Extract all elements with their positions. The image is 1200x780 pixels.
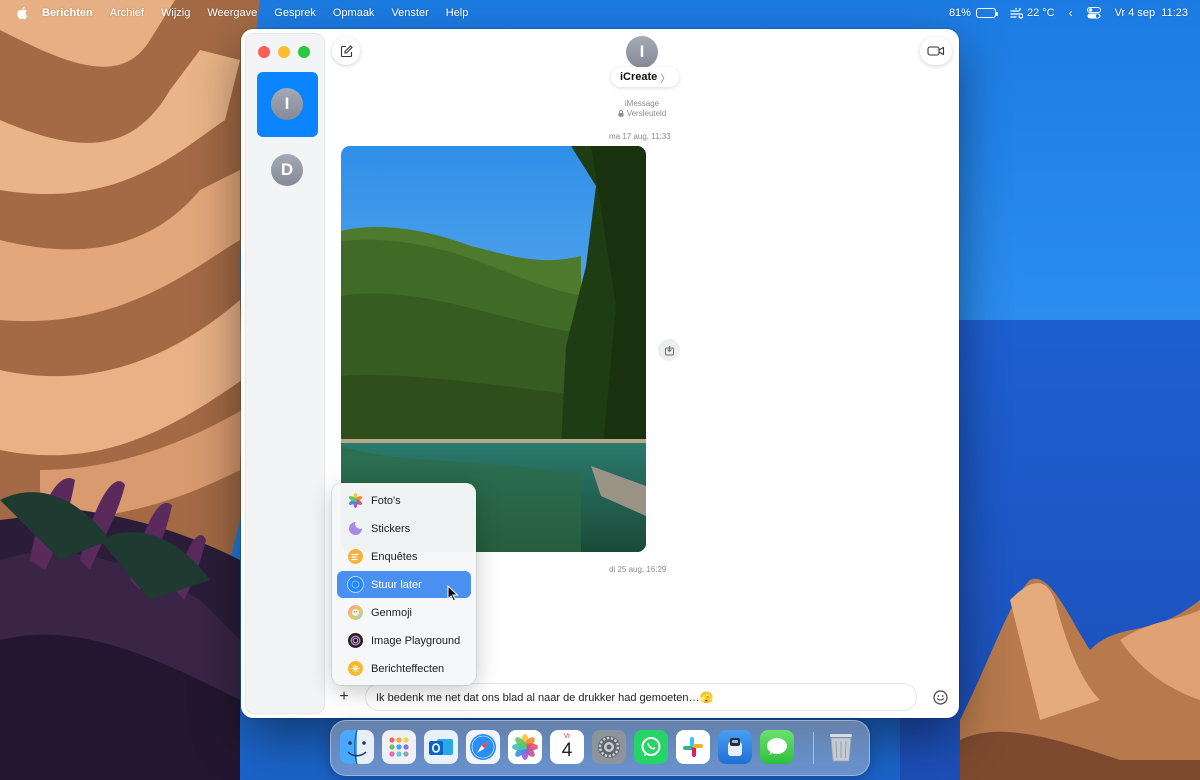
chevron-left-icon[interactable]: ‹: [1069, 6, 1073, 20]
photos-app-icon[interactable]: [508, 730, 542, 764]
menu-item-stickers[interactable]: Stickers: [337, 515, 471, 542]
wind-icon: [1010, 7, 1023, 19]
calendar-date: 4: [561, 740, 573, 761]
system-settings-icon[interactable]: [592, 730, 626, 764]
calendar-icon[interactable]: Vr 4: [550, 730, 584, 764]
message-input[interactable]: Ik bedenk me net dat ons blad al naar de…: [366, 684, 916, 710]
message-timestamp: di 25 aug, 16:29: [609, 565, 667, 574]
slack-icon[interactable]: [676, 730, 710, 764]
unknown-app-icon[interactable]: [718, 730, 752, 764]
stickers-icon: [348, 521, 363, 536]
temperature: 22 °C: [1026, 7, 1055, 19]
menu-wijzig[interactable]: Wijzig: [161, 7, 190, 19]
smiley-icon: [932, 689, 948, 705]
menu-item-label: Foto's: [371, 494, 401, 507]
battery-percent: 81%: [948, 7, 971, 19]
menu-archief[interactable]: Archief: [110, 7, 144, 19]
menu-item-genmoji[interactable]: Genmoji: [337, 599, 471, 626]
menu-item-polls[interactable]: Enquêtes: [337, 543, 471, 570]
encryption-status: Versleuteld: [241, 109, 959, 118]
launchpad-icon[interactable]: [382, 730, 416, 764]
menu-item-label: Genmoji: [371, 606, 412, 619]
video-camera-icon: [927, 46, 945, 56]
apps-plus-button[interactable]: +: [332, 685, 356, 709]
contact-name-button[interactable]: iCreate 〉: [611, 67, 680, 87]
menu-venster[interactable]: Venster: [391, 7, 428, 19]
photos-icon: [348, 493, 363, 508]
finder-icon[interactable]: [340, 730, 374, 764]
message-effects-icon: [348, 661, 363, 676]
minimize-window-button[interactable]: [278, 46, 290, 58]
app-menu-berichten[interactable]: Berichten: [42, 7, 93, 19]
contact-avatar[interactable]: I: [626, 36, 658, 68]
messages-app-icon[interactable]: [760, 730, 794, 764]
dock-separator: [813, 732, 814, 764]
lock-icon: [618, 110, 624, 117]
battery-icon: [975, 8, 998, 18]
apps-popup-menu: Foto's Stickers Enquêtes Stuur later Gen…: [332, 483, 476, 685]
chevron-right-icon: 〉: [660, 73, 671, 85]
menu-item-label: Image Playground: [371, 634, 461, 647]
contact-name: iCreate: [620, 71, 658, 83]
trash-icon[interactable]: [824, 730, 858, 764]
conversation-sidebar: I D: [245, 33, 325, 714]
menu-weergave[interactable]: Weergave: [207, 7, 257, 19]
service-label: iMessage: [624, 99, 660, 108]
download-icon: [664, 345, 674, 355]
menu-bar: Berichten Archief Wijzig Weergave Gespre…: [0, 0, 1200, 26]
save-attachment-button[interactable]: [658, 339, 680, 361]
safari-icon[interactable]: [466, 730, 500, 764]
outlook-icon[interactable]: [424, 730, 458, 764]
menu-help[interactable]: Help: [446, 7, 469, 19]
menu-item-photos[interactable]: Foto's: [337, 487, 471, 514]
menu-item-label: Stuur later: [371, 578, 422, 591]
apple-icon[interactable]: [16, 5, 30, 21]
menu-item-label: Enquêtes: [371, 550, 418, 563]
mouse-pointer-icon: [447, 585, 459, 602]
menu-item-label: Stickers: [371, 522, 411, 535]
genmoji-icon: [348, 605, 363, 620]
compose-icon: [340, 44, 353, 57]
battery-status[interactable]: 81%: [948, 7, 998, 19]
image-playground-icon: [348, 633, 363, 648]
polls-icon: [348, 549, 363, 564]
menu-item-message-effects[interactable]: Berichteffecten: [337, 655, 471, 682]
facetime-video-button[interactable]: [920, 37, 952, 65]
zoom-window-button[interactable]: [298, 46, 310, 58]
menu-item-label: Berichteffecten: [371, 662, 445, 675]
message-composer: + Ik bedenk me net dat ons blad al naar …: [332, 683, 958, 711]
close-window-button[interactable]: [258, 46, 270, 58]
encryption-label: Versleuteld: [626, 109, 667, 118]
message-timestamp: ma 17 aug, 11:33: [609, 132, 671, 141]
conversation-item[interactable]: D: [271, 154, 303, 186]
menu-gesprek[interactable]: Gesprek: [274, 7, 316, 19]
weather-widget[interactable]: 22 °C: [1010, 7, 1055, 19]
emoji-button[interactable]: [928, 685, 952, 709]
compose-button[interactable]: [332, 37, 360, 65]
dock: Vr 4: [330, 720, 870, 776]
control-center-icon[interactable]: [1086, 7, 1101, 19]
menu-item-image-playground[interactable]: Image Playground: [337, 627, 471, 654]
clock[interactable]: Vr 4 sep 11:23: [1115, 7, 1188, 19]
whatsapp-icon[interactable]: [634, 730, 668, 764]
window-controls: [258, 46, 310, 58]
menu-opmaak[interactable]: Opmaak: [333, 7, 375, 19]
send-later-icon: [348, 577, 363, 592]
